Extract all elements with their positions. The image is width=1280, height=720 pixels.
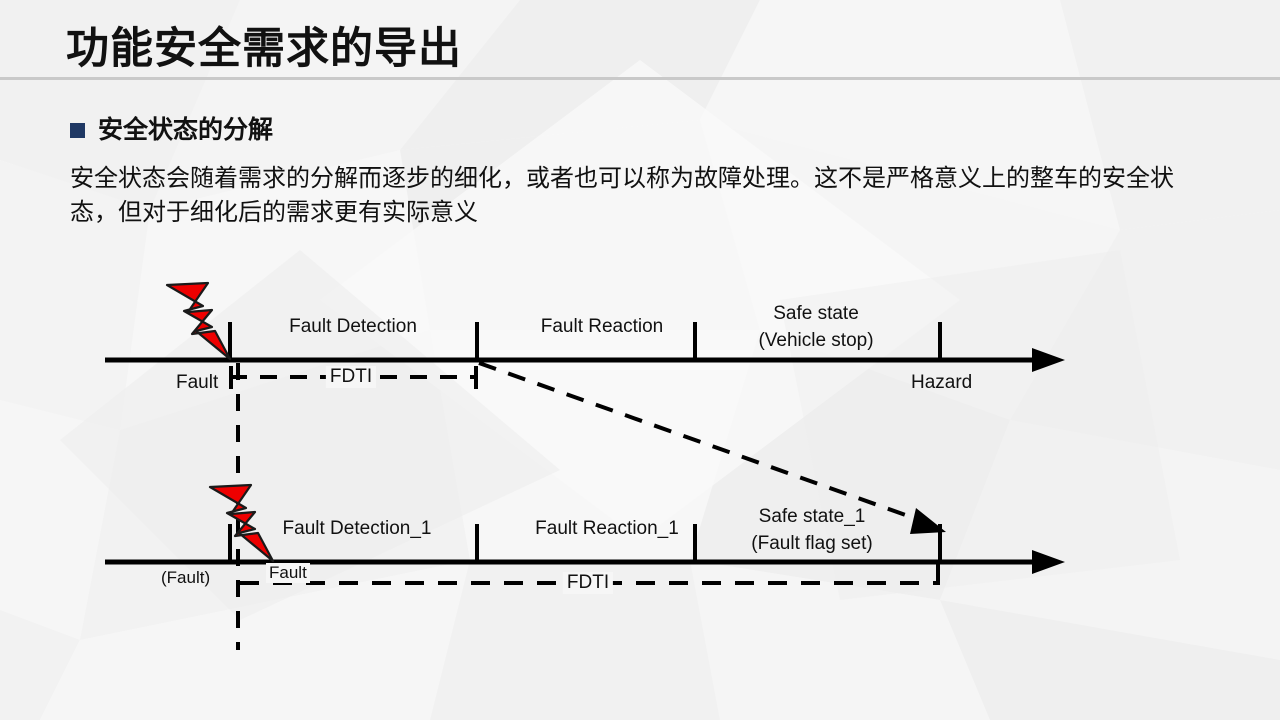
body-paragraph: 安全状态会随着需求的分解而逐步的细化，或者也可以称为故障处理。这不是严格意义上的… — [70, 165, 1174, 227]
top-phase-label-safe-state: Safe state — [773, 303, 859, 324]
top-event-label-hazard: Hazard — [911, 372, 973, 393]
bottom-phase-label-fault-detection-1: Fault Detection_1 — [282, 518, 432, 539]
bottom-event-label-fault-parenthetical: (Fault) — [161, 568, 211, 587]
bottom-interval-label-fdti: FDTI — [562, 572, 614, 595]
bullet-heading-label: 安全状态的分解 — [98, 116, 274, 144]
top-interval-label-fdti: FDTI — [325, 366, 377, 389]
top-timeline-axis — [105, 348, 1065, 372]
bullet-heading-row: 安全状态的分解 — [70, 118, 273, 143]
lightning-bolt-icon-bottom — [208, 483, 275, 563]
top-phase-label-safe-state-sub: (Vehicle stop) — [758, 330, 874, 351]
top-phase-label-fault-reaction: Fault Reaction — [540, 316, 664, 337]
bottom-event-label-fault: Fault — [266, 563, 310, 584]
decomposition-arrow — [478, 361, 946, 534]
title-divider — [0, 77, 1280, 80]
bottom-phase-label-safe-state-1: Safe state_1 — [758, 506, 866, 527]
top-event-label-fault: Fault — [176, 372, 219, 393]
bullet-square-icon — [70, 123, 85, 138]
bottom-phase-label-fault-reaction-1: Fault Reaction_1 — [535, 518, 679, 539]
bottom-phase-label-safe-state-1-sub: (Fault flag set) — [751, 533, 873, 554]
lightning-bolt-icon-top — [165, 281, 232, 361]
page-title: 功能安全需求的导出 — [66, 25, 462, 73]
slide-canvas: 功能安全需求的导出 安全状态的分解 安全状态会随着需求的分解而逐步的细化，或者也… — [0, 0, 1280, 720]
bottom-timeline-axis — [105, 550, 1065, 574]
top-phase-label-fault-detection: Fault Detection — [289, 316, 417, 337]
timeline-diagram — [105, 281, 1065, 650]
